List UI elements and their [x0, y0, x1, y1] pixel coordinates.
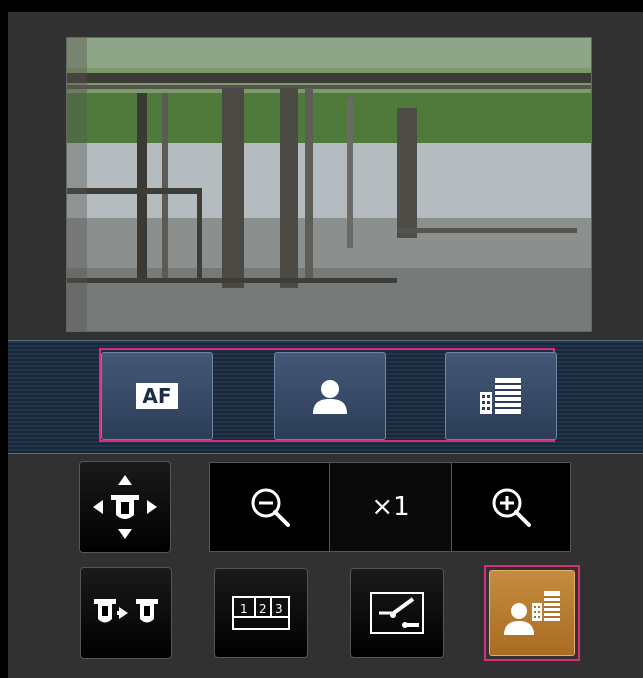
brightness-slider-icon	[370, 592, 424, 634]
brightness-adjust-button[interactable]	[350, 568, 444, 658]
svg-text:3: 3	[275, 602, 283, 616]
zoom-out-icon	[251, 488, 290, 527]
zoom-level-text: ×1	[371, 492, 410, 522]
zoom-in-button[interactable]	[452, 463, 570, 551]
svg-text:2: 2	[259, 602, 267, 616]
pan-tilt-icon	[93, 475, 157, 539]
zoom-in-icon	[492, 488, 531, 527]
zoom-level-display[interactable]: ×1	[330, 463, 452, 551]
af-label: AF	[136, 383, 178, 409]
preset-move-button[interactable]	[80, 567, 172, 659]
person-building-icon	[504, 591, 560, 635]
multi-screen-icon: 1 2 3	[232, 596, 290, 630]
preset-move-icon	[94, 599, 158, 623]
scene-list-button[interactable]	[445, 352, 557, 440]
camera-live-image[interactable]	[66, 37, 592, 332]
auto-focus-button[interactable]: AF	[101, 352, 213, 440]
zoom-out-button[interactable]	[210, 463, 330, 551]
person-icon	[313, 380, 347, 414]
person-scene-button[interactable]	[489, 570, 575, 656]
pan-tilt-button[interactable]	[79, 461, 171, 553]
svg-text:1: 1	[240, 602, 248, 616]
left-border	[0, 0, 8, 678]
building-list-icon	[480, 378, 521, 414]
person-preset-button[interactable]	[274, 352, 386, 440]
multi-screen-button[interactable]: 1 2 3	[214, 568, 308, 658]
top-border	[0, 0, 643, 12]
